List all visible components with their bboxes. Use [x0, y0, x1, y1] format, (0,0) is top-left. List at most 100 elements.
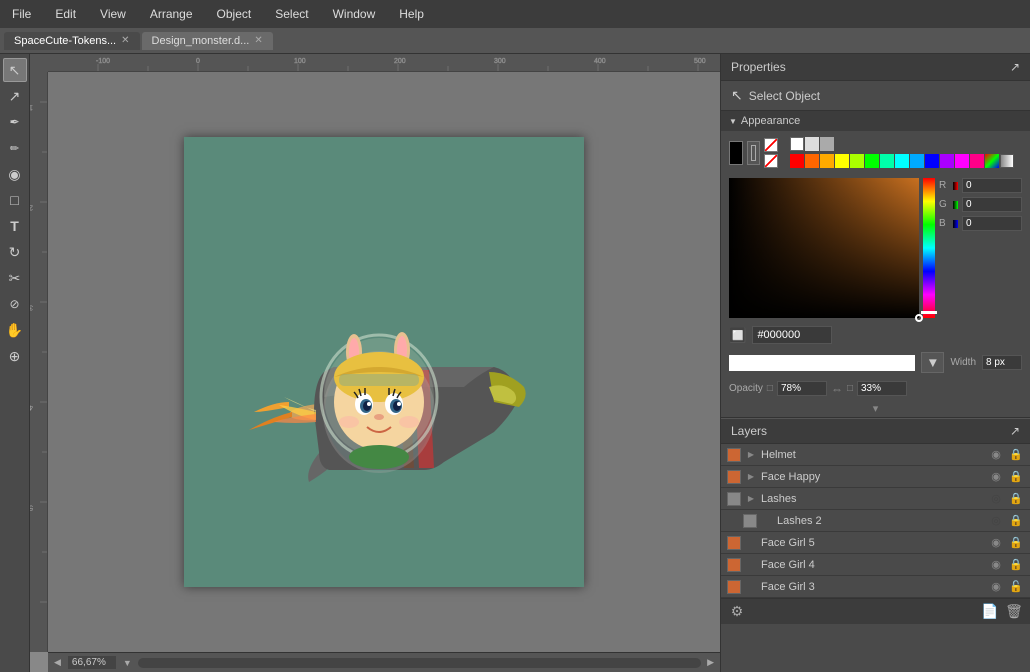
- preset-blue[interactable]: [925, 154, 939, 168]
- zoom-dropdown[interactable]: ▼: [121, 658, 134, 668]
- preset-spectrum[interactable]: [985, 154, 999, 168]
- preset-orange[interactable]: [805, 154, 819, 168]
- opacity2-input[interactable]: [857, 381, 907, 396]
- canvas-scroll[interactable]: [48, 72, 720, 652]
- layer-lock-face-girl5[interactable]: 🔒: [1008, 535, 1024, 551]
- link-icon[interactable]: ⇔: [831, 382, 843, 396]
- zoom-tool[interactable]: ⊕: [3, 344, 27, 368]
- stroke-preview[interactable]: [729, 355, 915, 371]
- layer-row-face-girl4[interactable]: Face Girl 4 ◉ 🔒: [721, 554, 1030, 576]
- layer-row-face-girl3[interactable]: Face Girl 3 ◉ 🔓: [721, 576, 1030, 598]
- g-input[interactable]: [962, 197, 1022, 212]
- layers-new-btn[interactable]: 📄: [980, 602, 1000, 622]
- pen-tool[interactable]: ✒: [3, 110, 27, 134]
- menu-help[interactable]: Help: [395, 5, 428, 23]
- select-tool[interactable]: ↖: [3, 58, 27, 82]
- opacity-input[interactable]: [777, 381, 827, 396]
- menu-file[interactable]: File: [8, 5, 35, 23]
- layer-eye-helmet[interactable]: ◉: [988, 447, 1004, 463]
- layer-row-helmet[interactable]: ▶ Helmet ◉ 🔒: [721, 444, 1030, 466]
- layer-row-lashes[interactable]: ▶ Lashes ◎ 🔒: [721, 488, 1030, 510]
- layer-lock-face-happy[interactable]: 🔒: [1008, 469, 1024, 485]
- layer-row-lashes2[interactable]: Lashes 2 ◎ 🔒: [721, 510, 1030, 532]
- menu-object[interactable]: Object: [213, 5, 256, 23]
- brush-tool[interactable]: ◉: [3, 162, 27, 186]
- preset-teal[interactable]: [880, 154, 894, 168]
- eyedropper-icon[interactable]: 🔲: [729, 327, 746, 344]
- eyedropper-tool[interactable]: ⊘: [3, 292, 27, 316]
- r-bar[interactable]: [953, 182, 958, 190]
- pencil-tool[interactable]: ✏: [3, 136, 27, 160]
- none-stroke-swatch[interactable]: [764, 154, 778, 168]
- layer-expand-lashes[interactable]: ▶: [745, 493, 757, 505]
- hue-bar[interactable]: [923, 178, 935, 318]
- menu-window[interactable]: Window: [329, 5, 380, 23]
- menu-view[interactable]: View: [96, 5, 130, 23]
- preset-cyan[interactable]: [895, 154, 909, 168]
- rotate-tool[interactable]: ↻: [3, 240, 27, 264]
- zoom-display[interactable]: 66,67%: [67, 655, 117, 670]
- layer-eye-lashes2[interactable]: ◎: [988, 513, 1004, 529]
- r-input[interactable]: [962, 178, 1022, 193]
- stroke-swatch[interactable]: [747, 141, 761, 165]
- stroke-dropdown[interactable]: ▼: [921, 352, 944, 373]
- horizontal-scrollbar[interactable]: [138, 658, 701, 668]
- preset-yellow[interactable]: [835, 154, 849, 168]
- menu-select[interactable]: Select: [271, 5, 312, 23]
- hex-input[interactable]: [752, 326, 832, 344]
- tab-1[interactable]: Design_monster.d... ✕: [142, 32, 273, 50]
- layer-expand-helmet[interactable]: ▶: [745, 449, 757, 461]
- preset-pink[interactable]: [970, 154, 984, 168]
- preset-gradient[interactable]: [1000, 154, 1014, 168]
- b-input[interactable]: [962, 216, 1022, 231]
- layer-expand-face-happy[interactable]: ▶: [745, 471, 757, 483]
- width-input[interactable]: [982, 355, 1022, 370]
- tab-label-0: SpaceCute-Tokens...: [14, 35, 116, 47]
- layer-lock-lashes[interactable]: 🔒: [1008, 491, 1024, 507]
- preset-purple[interactable]: [940, 154, 954, 168]
- preset-mgray[interactable]: [820, 137, 834, 151]
- layer-eye-face-girl4[interactable]: ◉: [988, 557, 1004, 573]
- properties-expand-icon[interactable]: ↗: [1010, 60, 1020, 74]
- menu-edit[interactable]: Edit: [51, 5, 80, 23]
- layer-lock-face-girl3[interactable]: 🔓: [1008, 579, 1024, 595]
- type-tool[interactable]: T: [3, 214, 27, 238]
- collapse-arrow[interactable]: ▾: [721, 400, 1030, 417]
- preset-magenta[interactable]: [955, 154, 969, 168]
- g-bar[interactable]: [953, 201, 958, 209]
- layer-lock-lashes2[interactable]: 🔒: [1008, 513, 1024, 529]
- hand-tool[interactable]: ✋: [3, 318, 27, 342]
- direct-select-tool[interactable]: ↗: [3, 84, 27, 108]
- preset-white[interactable]: [790, 137, 804, 151]
- tab-close-1[interactable]: ✕: [254, 35, 262, 46]
- layer-lock-face-girl4[interactable]: 🔒: [1008, 557, 1024, 573]
- preset-red[interactable]: [790, 154, 804, 168]
- layers-settings-btn[interactable]: ⚙: [727, 602, 747, 622]
- b-bar[interactable]: [953, 220, 958, 228]
- layer-eye-face-girl5[interactable]: ◉: [988, 535, 1004, 551]
- none-fill-swatch[interactable]: [764, 138, 778, 152]
- tab-0[interactable]: SpaceCute-Tokens... ✕: [4, 32, 140, 50]
- layer-eye-face-girl3[interactable]: ◉: [988, 579, 1004, 595]
- preset-amber[interactable]: [820, 154, 834, 168]
- layer-row-face-girl5[interactable]: Face Girl 5 ◉ 🔒: [721, 532, 1030, 554]
- layer-lock-helmet[interactable]: 🔒: [1008, 447, 1024, 463]
- layers-expand-icon[interactable]: ↗: [1010, 424, 1020, 438]
- layer-eye-lashes[interactable]: ◎: [988, 491, 1004, 507]
- scroll-left-arrow[interactable]: ◀: [52, 657, 63, 668]
- rect-tool[interactable]: □: [3, 188, 27, 212]
- layer-row-face-happy[interactable]: ▶ Face Happy ◉ 🔒: [721, 466, 1030, 488]
- preset-lime[interactable]: [850, 154, 864, 168]
- layer-eye-face-happy[interactable]: ◉: [988, 469, 1004, 485]
- tab-close-0[interactable]: ✕: [121, 35, 129, 46]
- color-gradient[interactable]: [729, 178, 919, 318]
- layers-delete-btn[interactable]: 🗑: [1004, 602, 1024, 622]
- preset-sky[interactable]: [910, 154, 924, 168]
- preset-green[interactable]: [865, 154, 879, 168]
- scissors-tool[interactable]: ✂: [3, 266, 27, 290]
- appearance-header[interactable]: ▼ Appearance: [721, 111, 1030, 131]
- menu-arrange[interactable]: Arrange: [146, 5, 197, 23]
- fill-swatch[interactable]: [729, 141, 743, 165]
- scroll-right-arrow[interactable]: ▶: [705, 657, 716, 668]
- preset-lgray[interactable]: [805, 137, 819, 151]
